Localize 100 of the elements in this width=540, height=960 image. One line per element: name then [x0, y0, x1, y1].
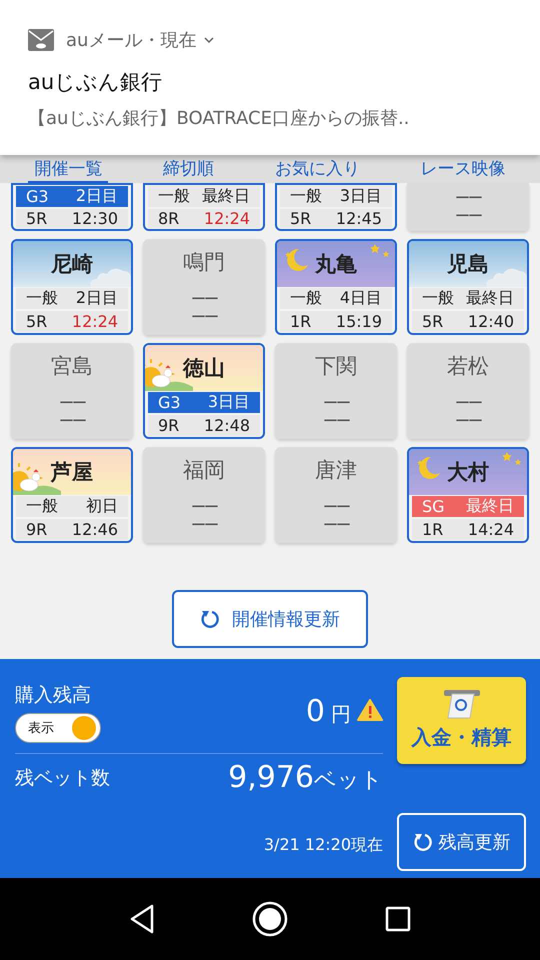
- dash-text: ーー: [191, 516, 217, 534]
- dash-text: ーー: [455, 189, 481, 207]
- deposit-button[interactable]: 入金・精算: [397, 677, 526, 764]
- grade-label: G3: [158, 393, 181, 412]
- race-number: 9R: [158, 416, 180, 435]
- dash-text: ーー: [455, 412, 481, 430]
- day-label: 初日: [86, 496, 118, 517]
- race-number: 9R: [26, 520, 48, 539]
- venue-name: 唐津: [315, 457, 357, 484]
- day-label: 最終日: [466, 288, 514, 309]
- venue-name: 尼崎: [51, 251, 93, 278]
- day-label: 最終日: [466, 496, 514, 517]
- day-label: 2日目: [76, 186, 118, 207]
- venue-card[interactable]: 児島 一般 最終日 5R 12:40: [407, 239, 529, 335]
- notification-text: 【auじぶん銀行】BOATRACE口座からの振替..: [28, 107, 410, 130]
- day-label: 最終日: [202, 186, 250, 207]
- tab[interactable]: 締切順: [157, 156, 220, 182]
- moon-icon: [415, 455, 441, 481]
- balance-label: 購入残高: [15, 683, 92, 708]
- race-time: 12:30: [72, 209, 118, 228]
- recents-icon[interactable]: [385, 906, 412, 932]
- updated-time: 3/21 12:20現在: [264, 835, 383, 856]
- dash-text: ーー: [191, 290, 217, 308]
- dash-text: ーー: [191, 498, 217, 516]
- moon-icon: [283, 247, 309, 273]
- venue-name: 福岡: [183, 457, 225, 484]
- chevron-icon[interactable]: [204, 36, 214, 44]
- bets-count: 9,976: [228, 760, 314, 795]
- day-label: 3日目: [208, 392, 250, 413]
- grade-label: 一般: [158, 186, 190, 207]
- tab[interactable]: お気に入り: [268, 156, 366, 182]
- refresh-button[interactable]: 開催情報更新: [172, 590, 368, 648]
- grade-label: 一般: [290, 288, 322, 309]
- mail-icon: [28, 29, 54, 51]
- venue-name: 若松: [447, 353, 489, 380]
- race-number: 5R: [26, 312, 48, 331]
- venue-name: 徳山: [183, 355, 225, 382]
- dash-text: ーー: [455, 394, 481, 412]
- home-icon[interactable]: [252, 901, 288, 937]
- cash-slot-icon: [442, 690, 482, 720]
- dash-text: ーー: [455, 207, 481, 225]
- venue-name: 下関: [315, 353, 357, 380]
- balance-amount: 0: [306, 694, 325, 729]
- day-label: 3日目: [340, 186, 382, 207]
- day-label: 4日目: [340, 288, 382, 309]
- grade-label: 一般: [26, 288, 58, 309]
- dash-text: ーー: [323, 412, 349, 430]
- dash-text: ーー: [59, 412, 85, 430]
- venue-card[interactable]: 大村 SG 最終日 1R 14:24: [407, 447, 529, 543]
- venue-name: 宮島: [51, 353, 93, 380]
- race-number: 5R: [26, 209, 48, 228]
- race-time: 14:24: [468, 520, 514, 539]
- notification-app: auメール・現在: [66, 29, 196, 52]
- venue-card[interactable]: G3 2日目 5R 12:30: [11, 183, 133, 231]
- race-number: 5R: [290, 209, 312, 228]
- race-time: 12:24: [204, 209, 250, 228]
- refresh-balance-button[interactable]: 残高更新: [397, 813, 526, 871]
- grade-label: 一般: [422, 288, 454, 309]
- venue-card[interactable]: 芦屋 一般 初日 9R 12:46: [11, 447, 133, 543]
- stars-icon: [501, 452, 523, 468]
- notification-title: auじぶん銀行: [28, 69, 164, 96]
- venue-card[interactable]: 徳山 G3 3日目 9R 12:48: [143, 343, 265, 439]
- refresh-icon: [412, 832, 432, 852]
- grade-label: G3: [26, 187, 49, 206]
- visibility-toggle[interactable]: 表示: [15, 713, 101, 743]
- grade-label: 一般: [26, 496, 58, 517]
- dash-text: ーー: [323, 498, 349, 516]
- dash-text: ーー: [323, 516, 349, 534]
- grade-label: SG: [422, 497, 445, 516]
- race-time: 12:48: [204, 416, 250, 435]
- venue-card[interactable]: 一般 最終日 8R 12:24: [143, 183, 265, 231]
- back-icon[interactable]: [128, 904, 155, 934]
- tab[interactable]: レース映像: [414, 156, 512, 182]
- dash-text: ーー: [191, 308, 217, 326]
- venue-name: 児島: [447, 251, 489, 278]
- notification-card[interactable]: auメール・現在 auじぶん銀行 【auじぶん銀行】BOATRACE口座からの振替..: [0, 0, 540, 155]
- race-time: 15:19: [336, 312, 382, 331]
- currency-unit: 円: [331, 701, 351, 728]
- race-time: 12:45: [336, 209, 382, 228]
- race-number: 1R: [422, 520, 444, 539]
- venue-card[interactable]: 丸亀 一般 4日目 1R 15:19: [275, 239, 397, 335]
- refresh-icon: [200, 609, 220, 629]
- venue-card[interactable]: 一般 3日目 5R 12:45: [275, 183, 397, 231]
- bets-label: 残ベット数: [15, 766, 110, 790]
- race-time: 12:24: [72, 312, 118, 331]
- race-time: 12:46: [72, 520, 118, 539]
- venue-name: 丸亀: [315, 251, 357, 278]
- venue-card[interactable]: 尼崎 一般 2日目 5R 12:24: [11, 239, 133, 335]
- grade-label: 一般: [290, 186, 322, 207]
- venue-name: 大村: [447, 459, 489, 486]
- venue-name: 鳴門: [183, 249, 225, 276]
- race-number: 5R: [422, 312, 444, 331]
- bets-unit: ベット: [314, 768, 383, 793]
- stars-icon: [369, 244, 391, 260]
- dash-text: ーー: [323, 394, 349, 412]
- venue-name: 芦屋: [51, 459, 93, 486]
- race-number: 8R: [158, 209, 180, 228]
- dash-text: ーー: [59, 394, 85, 412]
- race-number: 1R: [290, 312, 312, 331]
- day-label: 2日目: [76, 288, 118, 309]
